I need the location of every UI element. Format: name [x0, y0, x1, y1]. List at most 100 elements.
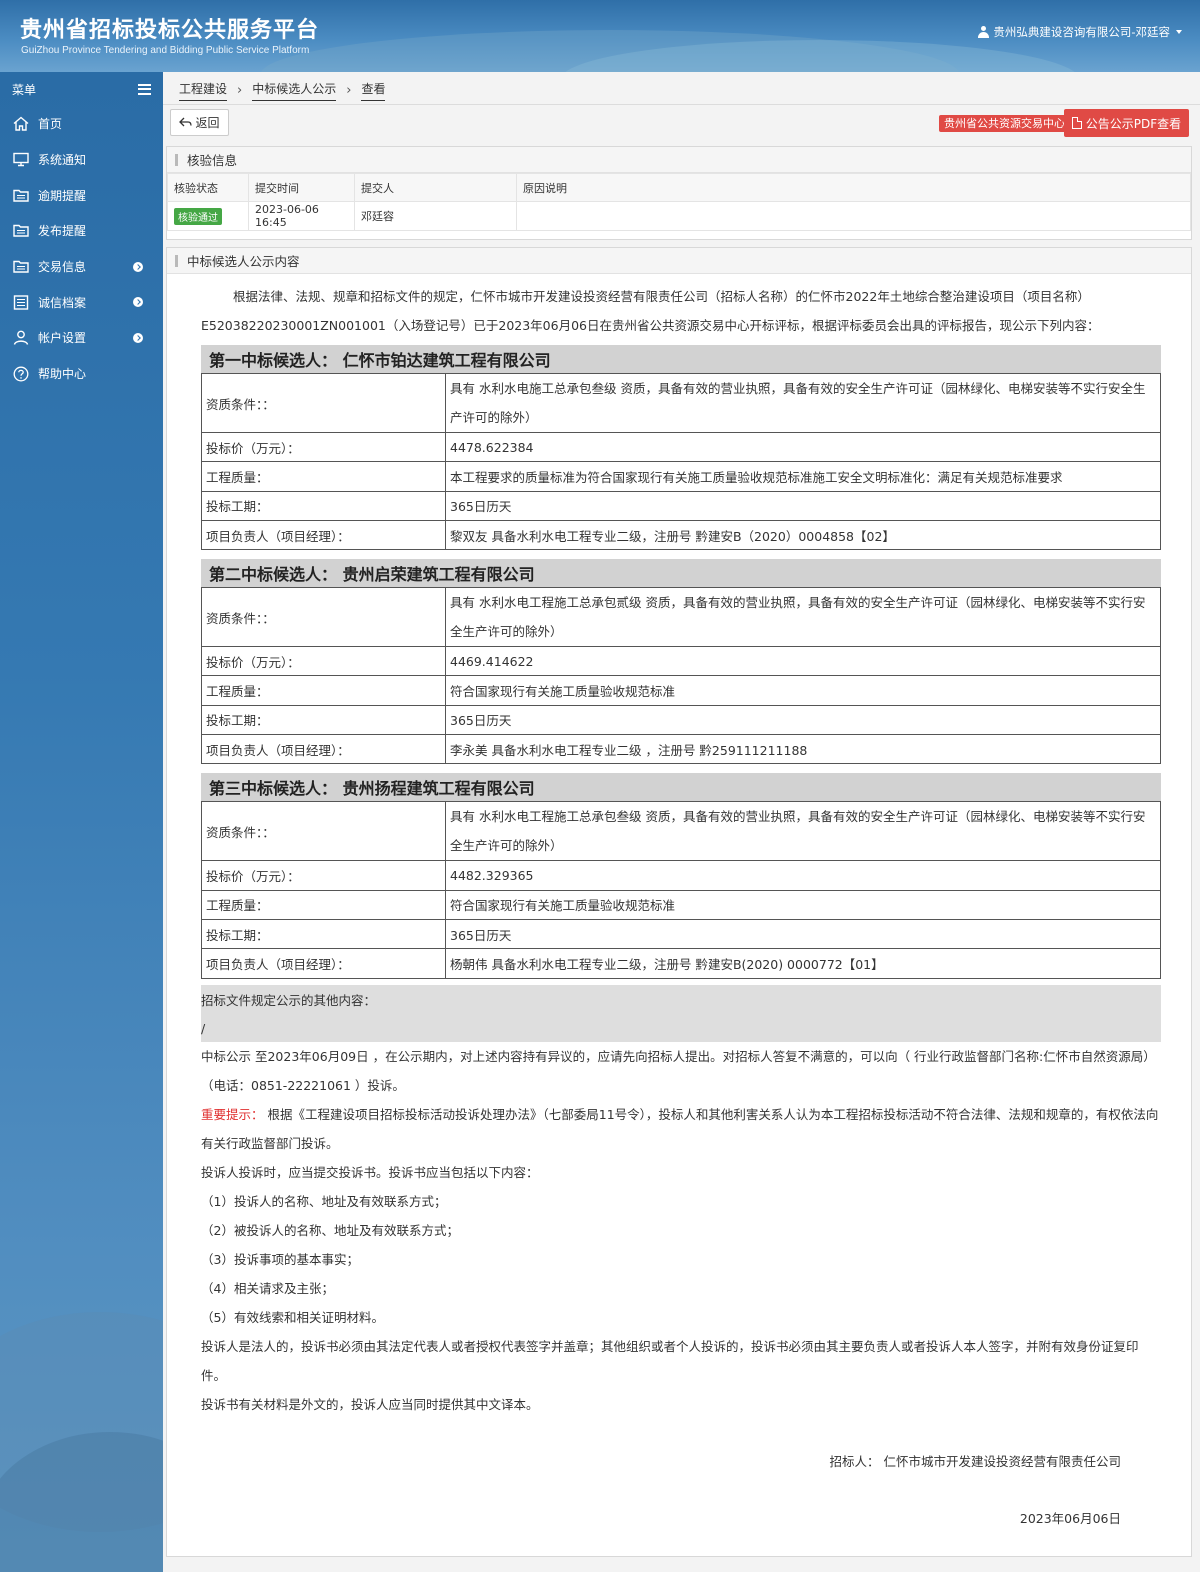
hamburger-icon[interactable]: [138, 83, 151, 95]
breadcrumb-item[interactable]: 中标候选人公示: [252, 80, 337, 101]
menu-header: 菜单: [0, 72, 163, 106]
list-icon: [12, 294, 30, 310]
quality-value: 符合国家现行有关施工质量验收规范标准: [445, 675, 1161, 706]
row-label: 投标价（万元）：: [201, 431, 446, 463]
page-header: 贵州省招标投标公共服务平台 GuiZhou Province Tendering…: [0, 0, 1200, 72]
sidebar-item-label: 逾期提醒: [38, 188, 87, 203]
manager-value: 黎双友 具备水利水电工程专业二级，注册号 黔建安B（2020）0004858【0…: [445, 519, 1161, 551]
breadcrumb-item[interactable]: 工程建设: [179, 80, 228, 101]
row-label: 项目负责人（项目经理）：: [201, 734, 446, 765]
signer-text: 招标人： 仁怀市城市开发建设投资经营有限责任公司: [829, 1453, 1121, 1469]
monitor-icon: [12, 152, 30, 168]
other-content-box: 招标文件规定公示的其他内容： /: [201, 984, 1161, 1042]
row-label: 工程质量：: [201, 889, 446, 920]
period-value: 365日历天: [445, 918, 1161, 950]
sidebar-item-help[interactable]: 帮助中心: [0, 356, 163, 392]
row-label: 投标工期：: [201, 704, 446, 736]
column-header: 提交时间: [248, 173, 355, 202]
sidebar-item-label: 系统通知: [38, 153, 87, 168]
row-label: 工程质量：: [201, 675, 446, 706]
sidebar-item-overdue[interactable]: 逾期提醒: [0, 177, 163, 213]
table-row: 项目负责人（项目经理）： 李永美 具备水利水电工程专业二级 ，注册号 黔2591…: [201, 734, 1161, 765]
list-item: （5）有效线索和相关证明材料。: [201, 1309, 384, 1325]
table-row: 工程质量： 符合国家现行有关施工质量验收规范标准: [201, 889, 1161, 920]
back-button[interactable]: 返回: [170, 109, 229, 136]
sidebar-item-label: 发布提醒: [38, 224, 87, 239]
folder-icon: [12, 259, 30, 275]
pdf-view-button[interactable]: 公告公示PDF查看: [1064, 109, 1189, 137]
table-row: 资质条件：： 具有 水利水电工程施工总承包叁级 资质，具备有效的营业执照，具备有…: [201, 801, 1161, 862]
chevron-right-icon: [133, 297, 143, 308]
intro-paragraph: 根据法律、法规、规章和招标文件的规定，仁怀市城市开发建设投资经营有限责任公司（招…: [201, 282, 1161, 340]
price-value: 4478.622384: [445, 431, 1161, 463]
candidate-table: 资质条件：： 具有 水利水电工程施工总承包叁级 资质，具备有效的营业执照，具备有…: [201, 801, 1161, 979]
back-label: 返回: [195, 116, 220, 130]
other-content-value: /: [201, 1020, 206, 1036]
row-label: 投标工期：: [201, 918, 446, 950]
sidebar-item-credit[interactable]: 诚信档案: [0, 284, 163, 320]
chevron-right-icon: [133, 261, 143, 272]
sidebar-item-trade-info[interactable]: 交易信息: [0, 249, 163, 285]
period-value: 365日历天: [445, 704, 1161, 736]
table-row: 资质条件：： 具有 水利水电施工总承包叁级 资质，具备有效的营业执照，具备有效的…: [201, 373, 1161, 433]
chevron-right-icon: ›: [346, 83, 352, 98]
user-menu[interactable]: 贵州弘典建设咨询有限公司-邓廷容: [978, 24, 1182, 40]
table-row: 工程质量： 本工程要求的质量标准为符合国家现行有关施工质量验收规范标准施工安全文…: [201, 461, 1161, 492]
candidate-heading: 第一中标候选人： 仁怀市铂达建筑工程有限公司: [201, 345, 1161, 373]
sidebar-item-account[interactable]: 帐户设置: [0, 320, 163, 356]
submitter-cell: 邓廷容: [354, 201, 517, 231]
sidebar: 菜单 首页 系统通知 逾期提醒 发布提醒 交易信息 诚信档案 帐户设置 帮助中心: [0, 72, 163, 1572]
sidebar-item-label: 帮助中心: [38, 367, 87, 382]
column-header: 提交人: [354, 173, 517, 202]
user-icon: [978, 26, 990, 38]
folder-icon: [12, 223, 30, 239]
panel-title: 中标候选人公示内容: [167, 248, 1191, 274]
sidebar-item-notifications[interactable]: 系统通知: [0, 142, 163, 178]
list-item: （1）投诉人的名称、地址及有效联系方式；: [201, 1193, 447, 1209]
sidebar-item-label: 诚信档案: [38, 295, 87, 310]
sidebar-item-label: 帐户设置: [38, 331, 87, 346]
candidate-heading: 第二中标候选人： 贵州启荣建筑工程有限公司: [201, 559, 1161, 588]
table-row: 投标工期： 365日历天: [201, 704, 1161, 736]
row-label: 资质条件：：: [201, 801, 446, 862]
caret-down-icon: [1176, 30, 1182, 34]
intro-text: E52038220230001ZN001001（入场登记号）已于2023年06月…: [201, 318, 1100, 333]
user-icon: [12, 330, 30, 346]
platform-subtitle: GuiZhou Province Tendering and Bidding P…: [21, 45, 310, 56]
sidebar-item-home[interactable]: 首页: [0, 106, 163, 142]
list-item: （2）被投诉人的名称、地址及有效联系方式；: [201, 1222, 459, 1238]
candidate-table: 资质条件：： 具有 水利水电工程施工总承包贰级 资质，具备有效的营业执照，具备有…: [201, 587, 1161, 765]
title-bar-marker: [175, 254, 178, 267]
chevron-right-icon: ›: [237, 83, 243, 98]
row-label: 投标价（万元）：: [201, 860, 446, 891]
main-content: 工程建设 › 中标候选人公示 › 查看 返回 贵州省公共资源交易中心 公告公示P…: [163, 72, 1200, 1572]
row-label: 项目负责人（项目经理）：: [201, 519, 446, 551]
complaint-intro: 投诉人投诉时，应当提交投诉书。投诉书应当包括以下内容：: [201, 1164, 539, 1180]
verify-table: 核验状态 提交时间 提交人 原因说明 核验通过 2023-06-06 16:45…: [167, 173, 1191, 231]
table-row: 投标工期： 365日历天: [201, 490, 1161, 521]
reason-cell: [516, 201, 1191, 231]
quality-value: 本工程要求的质量标准为符合国家现行有关施工质量验收规范标准施工安全文明标准化：满…: [445, 461, 1161, 492]
table-row: 项目负责人（项目经理）： 杨朝伟 具备水利水电工程专业二级，注册号 黔建安B(2…: [201, 948, 1161, 979]
row-label: 工程质量：: [201, 461, 446, 492]
row-label: 项目负责人（项目经理）：: [201, 948, 446, 979]
table-row: 投标价（万元）： 4478.622384: [201, 431, 1161, 463]
title-bar-marker: [175, 153, 178, 166]
user-name: 贵州弘典建设咨询有限公司-邓廷容: [993, 25, 1170, 39]
time-cell: 2023-06-06 16:45: [248, 201, 355, 231]
sidebar-item-publish[interactable]: 发布提醒: [0, 213, 163, 249]
publicity-period-text: 中标公示 至2023年06月09日 ，在公示期内，对上述内容持有异议的，应请先向…: [201, 1048, 1156, 1093]
trading-center-tag: 贵州省公共资源交易中心: [939, 115, 1070, 132]
row-label: 资质条件：：: [201, 373, 446, 433]
table-row: 投标工期： 365日历天: [201, 918, 1161, 950]
breadcrumb: 工程建设 › 中标候选人公示 › 查看: [179, 80, 386, 101]
notice-panel: 中标候选人公示内容 根据法律、法规、规章和招标文件的规定，仁怀市城市开发建设投资…: [166, 247, 1192, 1557]
sidebar-item-label: 首页: [38, 117, 63, 132]
list-item: （4）相关请求及主张；: [201, 1280, 334, 1296]
notice-content: 根据法律、法规、规章和招标文件的规定，仁怀市城市开发建设投资经营有限责任公司（招…: [201, 282, 1161, 1533]
column-header: 原因说明: [516, 173, 1191, 202]
intro-text: 根据法律、法规、规章和招标文件的规定，仁怀市城市开发建设投资经营有限责任公司（招…: [233, 289, 1090, 304]
quality-value: 符合国家现行有关施工质量验收规范标准: [445, 889, 1161, 920]
status-badge: 核验通过: [174, 207, 222, 225]
notice-title: 中标候选人公示内容: [187, 254, 300, 269]
